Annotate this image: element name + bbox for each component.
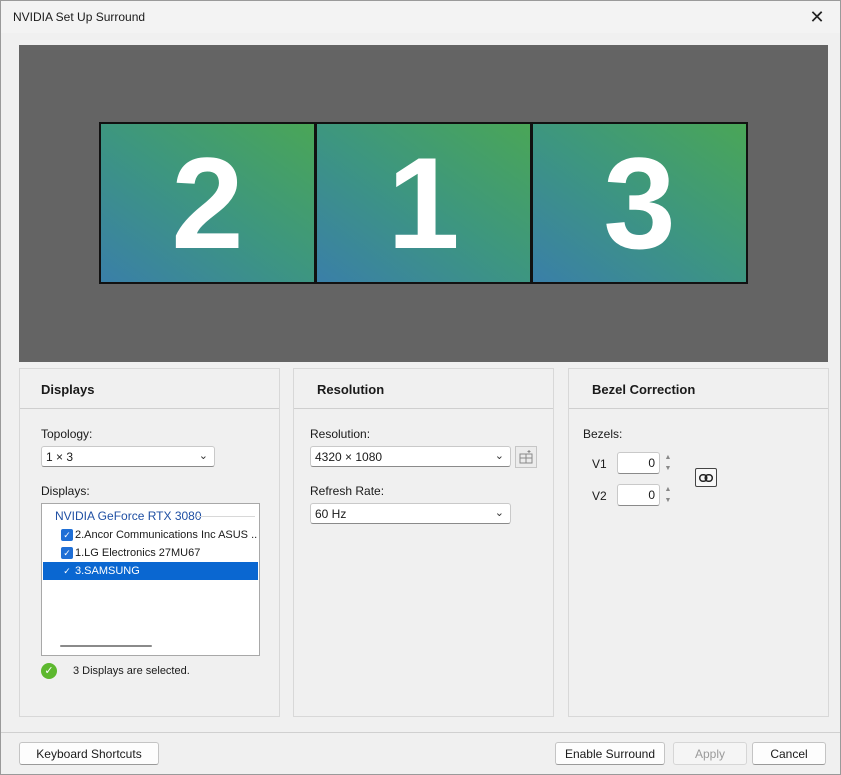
monitor-arrangement: 2 1 3 [99,122,748,284]
chevron-up-icon[interactable]: ▲ [662,452,674,463]
displays-list: NVIDIA GeForce RTX 3080 ✓ 2.Ancor Commun… [41,503,260,656]
surround-preview: 2 1 3 [19,45,828,362]
cancel-button[interactable]: Cancel [752,742,826,765]
monitor-number: 1 [387,130,460,276]
chevron-down-icon: ⌄ [198,450,208,462]
link-icon[interactable] [695,468,717,487]
chevron-down-icon[interactable]: ▼ [662,495,674,506]
monitor-tile[interactable]: 2 [99,122,316,284]
v1-label: V1 [592,457,607,471]
refresh-rate-value: 60 Hz [315,507,347,521]
horizontal-scrollbar[interactable] [60,645,152,647]
checkbox-checked-icon[interactable]: ✓ [61,565,73,577]
v1-input[interactable]: 0 [617,452,660,474]
displays-panel: Displays Topology: 1 × 3 ⌄ Displays: NVI… [19,368,280,717]
displays-label: Displays: [41,484,90,498]
resolution-label: Resolution: [310,427,371,441]
bezel-panel-title: Bezel Correction [569,369,828,409]
display-item-label: 2.Ancor Communications Inc ASUS ... [75,529,258,541]
bezels-label: Bezels: [583,427,623,441]
footer-divider [1,732,840,733]
selection-status: 3 Displays are selected. [73,665,190,677]
apply-button[interactable]: Apply [673,742,747,765]
title-bar: NVIDIA Set Up Surround ✕ [1,1,840,33]
monitor-number: 2 [171,130,244,276]
v2-stepper[interactable]: ▲ ▼ [662,484,674,506]
chevron-down-icon: ⌄ [494,507,504,519]
window-title: NVIDIA Set Up Surround [13,10,146,24]
display-item-asus[interactable]: ✓ 2.Ancor Communications Inc ASUS ... [43,526,258,544]
enable-surround-button[interactable]: Enable Surround [555,742,665,765]
chevron-down-icon: ⌄ [494,450,504,462]
resolution-panel: Resolution Resolution: 4320 × 1080 ⌄ Ref… [293,368,554,717]
displays-panel-title: Displays [20,369,279,409]
check-circle-icon: ✓ [41,663,57,679]
topology-select[interactable]: 1 × 3 ⌄ [41,446,215,467]
resolution-select[interactable]: 4320 × 1080 ⌄ [310,446,511,467]
display-item-samsung[interactable]: ✓ 3.SAMSUNG [43,562,258,580]
v1-stepper[interactable]: ▲ ▼ [662,452,674,474]
resolution-value: 4320 × 1080 [315,450,383,464]
v2-label: V2 [592,489,607,503]
checkbox-checked-icon[interactable]: ✓ [61,529,73,541]
surround-dialog: NVIDIA Set Up Surround ✕ 2 1 3 Displays … [0,0,841,775]
refresh-rate-label: Refresh Rate: [310,484,385,498]
refresh-rate-select[interactable]: 60 Hz ⌄ [310,503,511,524]
bezel-correction-panel: Bezel Correction Bezels: V1 0 ▲ ▼ V2 0 ▲… [568,368,829,717]
chevron-up-icon[interactable]: ▲ [662,484,674,495]
topology-value: 1 × 3 [46,450,74,464]
topology-label: Topology: [41,427,93,441]
monitor-tile[interactable]: 3 [531,122,748,284]
v2-value: 0 [648,488,655,502]
display-item-label: 1.LG Electronics 27MU67 [75,547,201,559]
v1-value: 0 [648,456,655,470]
close-icon[interactable]: ✕ [794,1,840,33]
monitor-number: 3 [603,130,676,276]
chevron-down-icon[interactable]: ▼ [662,463,674,474]
custom-resolution-icon[interactable] [515,446,537,468]
group-divider [196,516,255,517]
display-item-label: 3.SAMSUNG [75,565,140,577]
monitor-tile[interactable]: 1 [315,122,532,284]
v2-input[interactable]: 0 [617,484,660,506]
resolution-panel-title: Resolution [294,369,553,409]
gpu-group-header: NVIDIA GeForce RTX 3080 [55,509,202,523]
checkbox-checked-icon[interactable]: ✓ [61,547,73,559]
display-item-lg[interactable]: ✓ 1.LG Electronics 27MU67 [43,544,258,562]
keyboard-shortcuts-button[interactable]: Keyboard Shortcuts [19,742,159,765]
